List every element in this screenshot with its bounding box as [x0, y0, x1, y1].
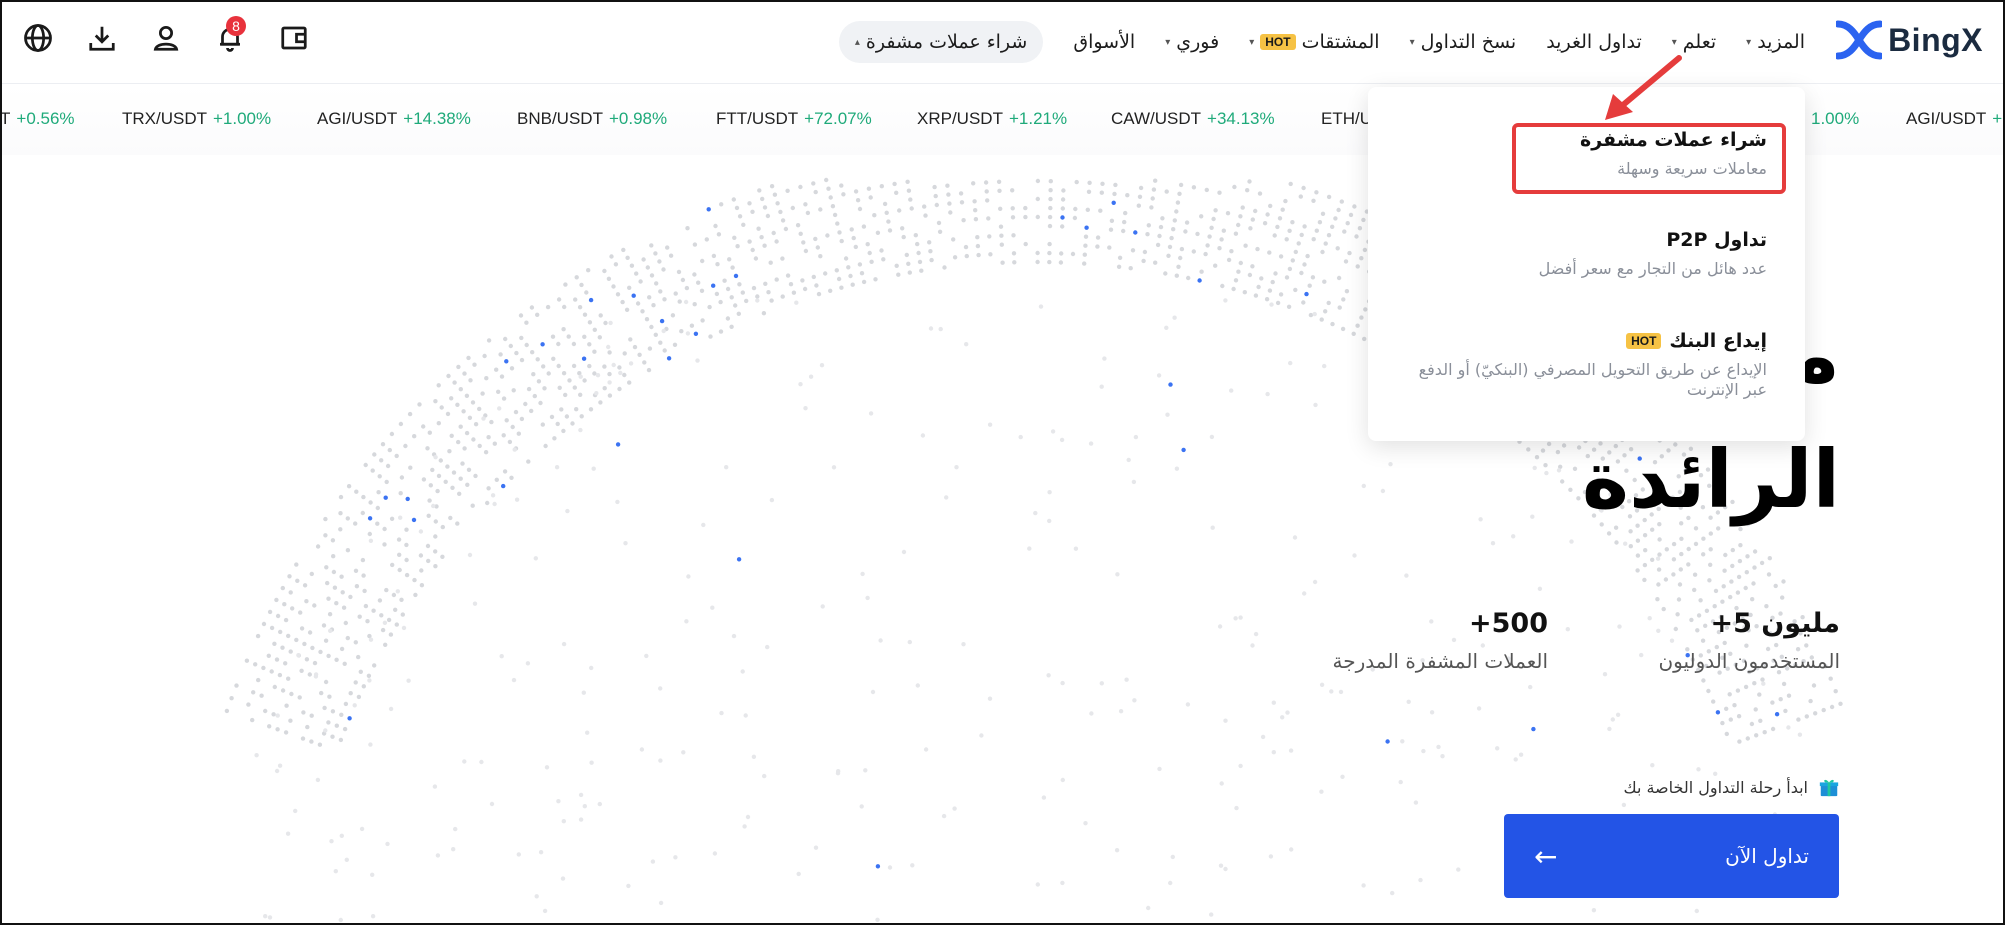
dropdown-item-title-text: شراء عملات مشفرة [1579, 129, 1767, 151]
nav-label: المزيد [1757, 31, 1805, 53]
chevron-down-icon: ▾ [1746, 36, 1752, 48]
ticker-pair: T [0, 109, 11, 128]
cta-hint-text: ابدأ رحلة التداول الخاصة بك [1623, 777, 1808, 797]
globe-icon[interactable] [20, 20, 56, 56]
ticker-item[interactable]: 1.00% [1805, 109, 1859, 129]
download-icon[interactable] [84, 20, 120, 56]
caret-up-icon: ▴ [854, 36, 860, 48]
bingx-logo[interactable]: BingX [1836, 20, 1983, 60]
nav-label: المشتقات [1301, 31, 1380, 53]
stat-label: العملات المشفرة المدرجة [1332, 649, 1548, 673]
nav-label: فوري [1176, 31, 1220, 53]
header-icon-group: 8 [20, 16, 312, 56]
ticker-item[interactable]: FTT/USDT +72.07% [716, 109, 872, 129]
notification-badge: 8 [226, 16, 246, 36]
ticker-change: +34.13% [1207, 109, 1275, 128]
dropdown-item-subtitle: معاملات سريعة وسهلة [1617, 159, 1767, 178]
nav-more[interactable]: المزيد ▾ [1746, 31, 1805, 53]
chevron-down-icon: ▾ [1409, 36, 1415, 48]
nav-label: تداول الغريد [1546, 31, 1642, 53]
ticker-item[interactable]: AGI/USDT +14.38% [317, 109, 471, 129]
dropdown-item-title: تداول P2P [1407, 229, 1767, 251]
chevron-down-icon: ▾ [1249, 36, 1255, 48]
buy-crypto-dropdown: شراء عملات مشفرة معاملات سريعة وسهلة تدا… [1368, 87, 1805, 441]
dropdown-item-title-text: تداول P2P [1666, 229, 1767, 251]
ticker-change: +1 [1992, 109, 2005, 128]
ticker-change: 1.00% [1811, 109, 1860, 128]
nav-grid-trading[interactable]: تداول الغريد [1546, 31, 1642, 53]
user-icon[interactable] [148, 20, 184, 56]
ticker-change: +72.07% [804, 109, 872, 128]
ticker-pair: XRP/USDT [917, 109, 1003, 128]
bingx-logo-icon [1836, 20, 1883, 60]
ticker-pair: AGI/USDT [317, 109, 398, 128]
ticker-pair: TRX/USDT [122, 109, 207, 128]
nav-learn[interactable]: تعلم ▾ [1672, 31, 1716, 53]
ticker-change: +1.21% [1008, 109, 1068, 128]
bell-icon[interactable]: 8 [212, 16, 248, 56]
dropdown-item-title: شراء عملات مشفرة [1407, 129, 1767, 151]
wallet-icon[interactable] [276, 20, 312, 56]
nav-copy-trading[interactable]: نسخ التداول ▾ [1410, 31, 1517, 53]
dropdown-item-p2p[interactable]: تداول P2P عدد هائل من التجار مع سعر أفضل [1407, 229, 1767, 279]
ticker-item[interactable]: XRP/USDT +1.21% [917, 109, 1067, 129]
arrow-left-icon: ← [1534, 839, 1558, 873]
nav-label: شراء عملات مشفرة [865, 31, 1028, 53]
logo-text: BingX [1888, 21, 1983, 58]
ticker-pair: AGI/USDT [1906, 109, 1987, 128]
stat-value: 500+ [1469, 608, 1548, 639]
nav-label: الأسواق [1073, 31, 1136, 53]
stat-value: مليون 5+ [1710, 608, 1840, 639]
top-navigation-bar: 8 شراء عملات مشفرة ▴ الأسواق فوري ▾ المش… [0, 0, 2005, 84]
dropdown-item-subtitle: الإيداع عن طريق التحويل المصرفي (البنكيّ… [1418, 360, 1767, 399]
hot-badge: HOT [1626, 333, 1662, 349]
nav-label: تعلم [1682, 31, 1717, 53]
ticker-change: +0.56% [16, 109, 75, 128]
stat-label: المستخدمون الدوليون [1658, 649, 1840, 673]
chevron-down-icon: ▾ [1671, 36, 1677, 48]
nav-derivatives[interactable]: المشتقات HOT ▾ [1249, 31, 1379, 53]
dropdown-item-subtitle: عدد هائل من التجار مع سعر أفضل [1538, 259, 1767, 278]
ticker-change: +14.38% [403, 109, 471, 128]
dropdown-item-bank-deposit[interactable]: إيداع البنك HOT الإيداع عن طريق التحويل … [1407, 330, 1767, 400]
hot-badge: HOT [1260, 34, 1296, 50]
stat-users: مليون 5+ المستخدمون الدوليون [1658, 608, 1840, 673]
nav-buy-crypto[interactable]: شراء عملات مشفرة ▴ [838, 21, 1044, 63]
cta-hint: ابدأ رحلة التداول الخاصة بك [1623, 776, 1840, 798]
ticker-item[interactable]: CAW/USDT +34.13% [1111, 109, 1275, 129]
main-nav: شراء عملات مشفرة ▴ الأسواق فوري ▾ المشتق… [838, 20, 1805, 64]
dropdown-item-buy-crypto[interactable]: شراء عملات مشفرة معاملات سريعة وسهلة [1407, 129, 1767, 179]
trade-now-button[interactable]: ← تداول الآن [1504, 814, 1839, 898]
chevron-down-icon: ▾ [1165, 36, 1171, 48]
ticker-pair: FTT/USDT [716, 109, 799, 128]
gift-icon [1819, 779, 1839, 797]
ticker-change: +0.98% [608, 109, 668, 128]
nav-label: نسخ التداول [1420, 31, 1517, 53]
ticker-pair: CAW/USDT [1111, 109, 1202, 128]
dropdown-item-title: إيداع البنك HOT [1407, 330, 1767, 352]
ticker-pair: ETH/U [1321, 109, 1372, 128]
nav-markets[interactable]: الأسواق [1073, 31, 1135, 53]
ticker-pair: BNB/USDT [517, 109, 603, 128]
trade-now-label: تداول الآن [1725, 844, 1809, 868]
ticker-item[interactable]: AGI/USDT +1 [1906, 109, 2005, 129]
ticker-item[interactable]: BNB/USDT +0.98% [517, 109, 667, 129]
ticker-item[interactable]: TRX/USDT +1.00% [122, 109, 271, 129]
nav-spot[interactable]: فوري ▾ [1165, 31, 1219, 53]
dropdown-item-title-text: إيداع البنك [1669, 330, 1767, 352]
stat-coins: 500+ العملات المشفرة المدرجة [1333, 608, 1548, 673]
ticker-change: +1.00% [213, 109, 272, 128]
ticker-item[interactable]: T +0.56% [0, 109, 75, 129]
